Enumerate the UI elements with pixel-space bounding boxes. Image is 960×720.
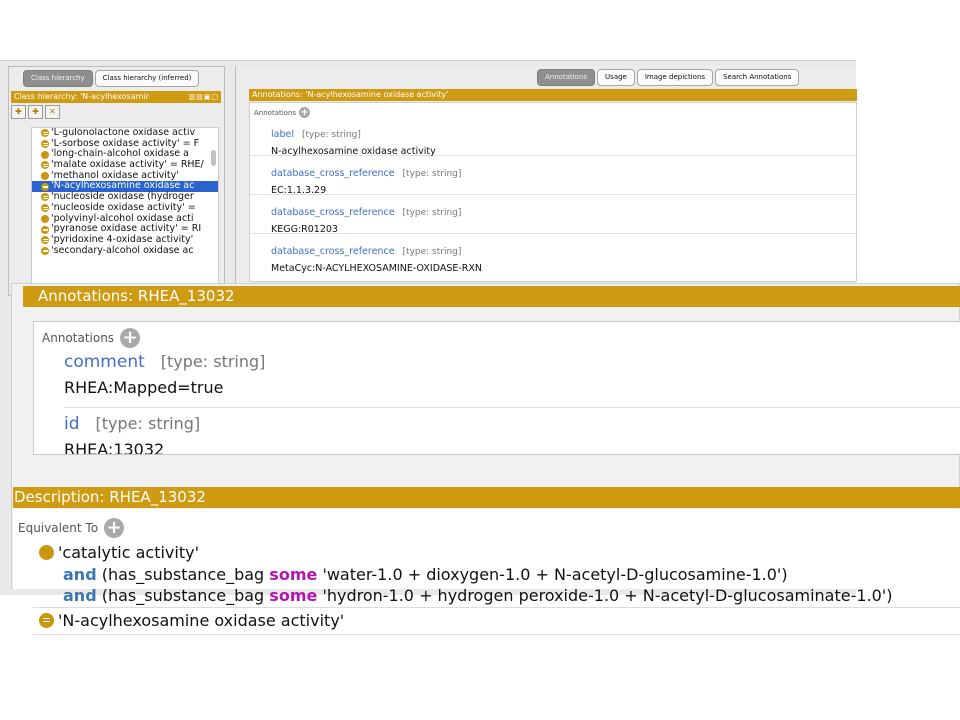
restriction-filler: 'hydron-1.0 + hydrogen peroxide-1.0 + N-… <box>322 586 893 605</box>
annotation-entry[interactable]: database_cross_reference [type: string] M… <box>250 234 856 274</box>
restriction-line: and (has_substance_bag some 'hydron-1.0 … <box>63 586 892 605</box>
class-icon <box>39 545 54 560</box>
expression-divider <box>33 607 960 608</box>
equivalent-class-icon <box>41 236 49 245</box>
annotation-property[interactable]: id <box>64 414 80 434</box>
keyword-and: and <box>63 565 97 584</box>
annotations-header: Annotations: 'N-acylhexosamine oxidase a… <box>249 89 857 101</box>
annotation-value: RHEA:Mapped=true <box>64 378 224 397</box>
keyword-and: and <box>63 586 97 605</box>
equivalent-class-icon <box>41 246 49 255</box>
class-hierarchy-title: Class hierarchy: 'N-acylhexosamir <box>14 92 149 101</box>
class-icon <box>41 150 49 159</box>
equivalent-class-icon <box>41 161 49 170</box>
tab-class-hierarchy[interactable]: Class hierarchy <box>23 70 93 87</box>
equivalent-class-icon <box>41 204 49 213</box>
annotation-property[interactable]: database_cross_reference <box>271 246 395 257</box>
zoom-annotations-header: Annotations: RHEA_13032 <box>23 286 960 307</box>
annotation-value: RHEA:13032 <box>64 440 165 455</box>
class-tree[interactable]: 'L-gulonolactone oxidase activ 'L-sorbos… <box>31 127 219 295</box>
restriction-property: (has_substance_bag <box>101 586 265 605</box>
tab-search-annotations[interactable]: Search Annotations <box>715 69 800 86</box>
equivalent-class-icon <box>41 193 49 202</box>
delete-class-icon[interactable]: ✕ <box>45 105 60 119</box>
add-annotation-icon[interactable]: + <box>299 107 311 118</box>
class-name: 'catalytic activity' <box>58 543 199 562</box>
keyword-some: some <box>269 565 318 584</box>
annotations-label-row: Annotations + <box>250 103 856 120</box>
zoom-annotations-list: Annotations + comment [type: string] RHEA… <box>33 321 960 455</box>
expression-divider <box>33 634 960 635</box>
restriction-filler: 'water-1.0 + dioxygen-1.0 + N-acetyl-D-g… <box>322 565 788 584</box>
restriction-property: (has_substance_bag <box>101 565 265 584</box>
annotation-type: [type: string] <box>402 169 462 179</box>
annotation-type: [type: string] <box>402 208 462 218</box>
annotations-tabbar: Annotations Usage Image depictions Searc… <box>537 69 800 86</box>
tree-item[interactable]: 'nucleoside oxidase activity' = <box>32 202 218 214</box>
equivalent-class-icon <box>41 129 49 138</box>
keyword-some: some <box>269 586 318 605</box>
class-hierarchy-pane: Class hierarchy Class hierarchy (inferre… <box>8 66 225 296</box>
annotation-property[interactable]: database_cross_reference <box>271 168 395 179</box>
tab-annotations[interactable]: Annotations <box>537 69 596 86</box>
zoom-annotations-label-row: Annotations + <box>34 322 960 352</box>
tree-item[interactable]: 'pyridoxine 4-oxidase activity' <box>32 234 218 246</box>
annotation-type: [type: string] <box>301 130 361 140</box>
class-hierarchy-header: Class hierarchy: 'N-acylhexosamir ▥▤▣▢ <box>11 91 221 103</box>
tab-usage[interactable]: Usage <box>597 69 635 86</box>
annotation-entry[interactable]: database_cross_reference [type: string] E… <box>250 156 856 196</box>
annotation-entry[interactable]: label [type: string] N-acylhexosamine oxi… <box>250 120 856 157</box>
hierarchy-toolbar: ✚ ✚ ✕ <box>11 105 60 120</box>
annotation-property[interactable]: comment <box>64 352 145 372</box>
tab-image-depictions[interactable]: Image depictions <box>636 69 714 86</box>
zoom-annotation-entry[interactable]: id [type: string] RHEA:13032 <box>64 408 960 455</box>
restriction-line: and (has_substance_bag some 'water-1.0 +… <box>63 565 788 584</box>
annotations-list: Annotations + label [type: string] N-acyl… <box>249 102 857 282</box>
description-header: Description: RHEA_13032 <box>13 487 960 508</box>
hierarchy-tabbar: Class hierarchy Class hierarchy (inferre… <box>23 70 200 87</box>
equivalent-class-icon <box>41 140 49 149</box>
view-controls-icon[interactable]: ▥▤▣▢ <box>189 91 219 103</box>
equivalent-class-icon <box>41 182 49 191</box>
tree-scrollbar[interactable] <box>211 150 216 166</box>
annotation-type: [type: string] <box>160 352 266 371</box>
class-name: 'N-acylhexosamine oxidase activity' <box>58 611 345 630</box>
equivalent-class-icon <box>41 225 49 234</box>
add-sibling-icon[interactable]: ✚ <box>28 105 43 119</box>
add-annotation-icon[interactable]: + <box>120 328 141 348</box>
add-subclass-icon[interactable]: ✚ <box>11 105 26 119</box>
tab-class-hierarchy-inferred[interactable]: Class hierarchy (inferred) <box>94 70 200 87</box>
annotation-value: MetaCyc:N-ACYLHEXOSAMINE-OXIDASE-RXN <box>271 263 483 274</box>
annotation-property[interactable]: label <box>271 129 294 140</box>
annotations-label: Annotations <box>254 108 297 117</box>
tree-item[interactable]: 'secondary-alcohol oxidase ac <box>32 245 218 257</box>
add-equivalent-icon[interactable]: + <box>104 518 125 538</box>
zoom-annotations-label: Annotations <box>42 331 115 345</box>
annotations-pane: Annotations Usage Image depictions Searc… <box>235 66 857 296</box>
class-icon <box>41 214 49 223</box>
annotation-type: [type: string] <box>95 414 201 433</box>
equivalent-to-row: Equivalent To + <box>18 518 125 538</box>
equivalent-class-expression[interactable]: 'catalytic activity' <box>39 543 199 562</box>
annotation-property[interactable]: database_cross_reference <box>271 207 395 218</box>
class-icon <box>41 172 49 181</box>
zoom-annotation-entry[interactable]: comment [type: string] RHEA:Mapped=true <box>64 352 960 408</box>
equivalent-class-icon <box>39 613 54 628</box>
annotation-entry[interactable]: database_cross_reference [type: string] K… <box>250 195 856 235</box>
annotation-type: [type: string] <box>402 247 462 257</box>
equivalent-to-label: Equivalent To <box>18 521 99 535</box>
equivalent-class-expression[interactable]: 'N-acylhexosamine oxidase activity' <box>39 611 344 630</box>
